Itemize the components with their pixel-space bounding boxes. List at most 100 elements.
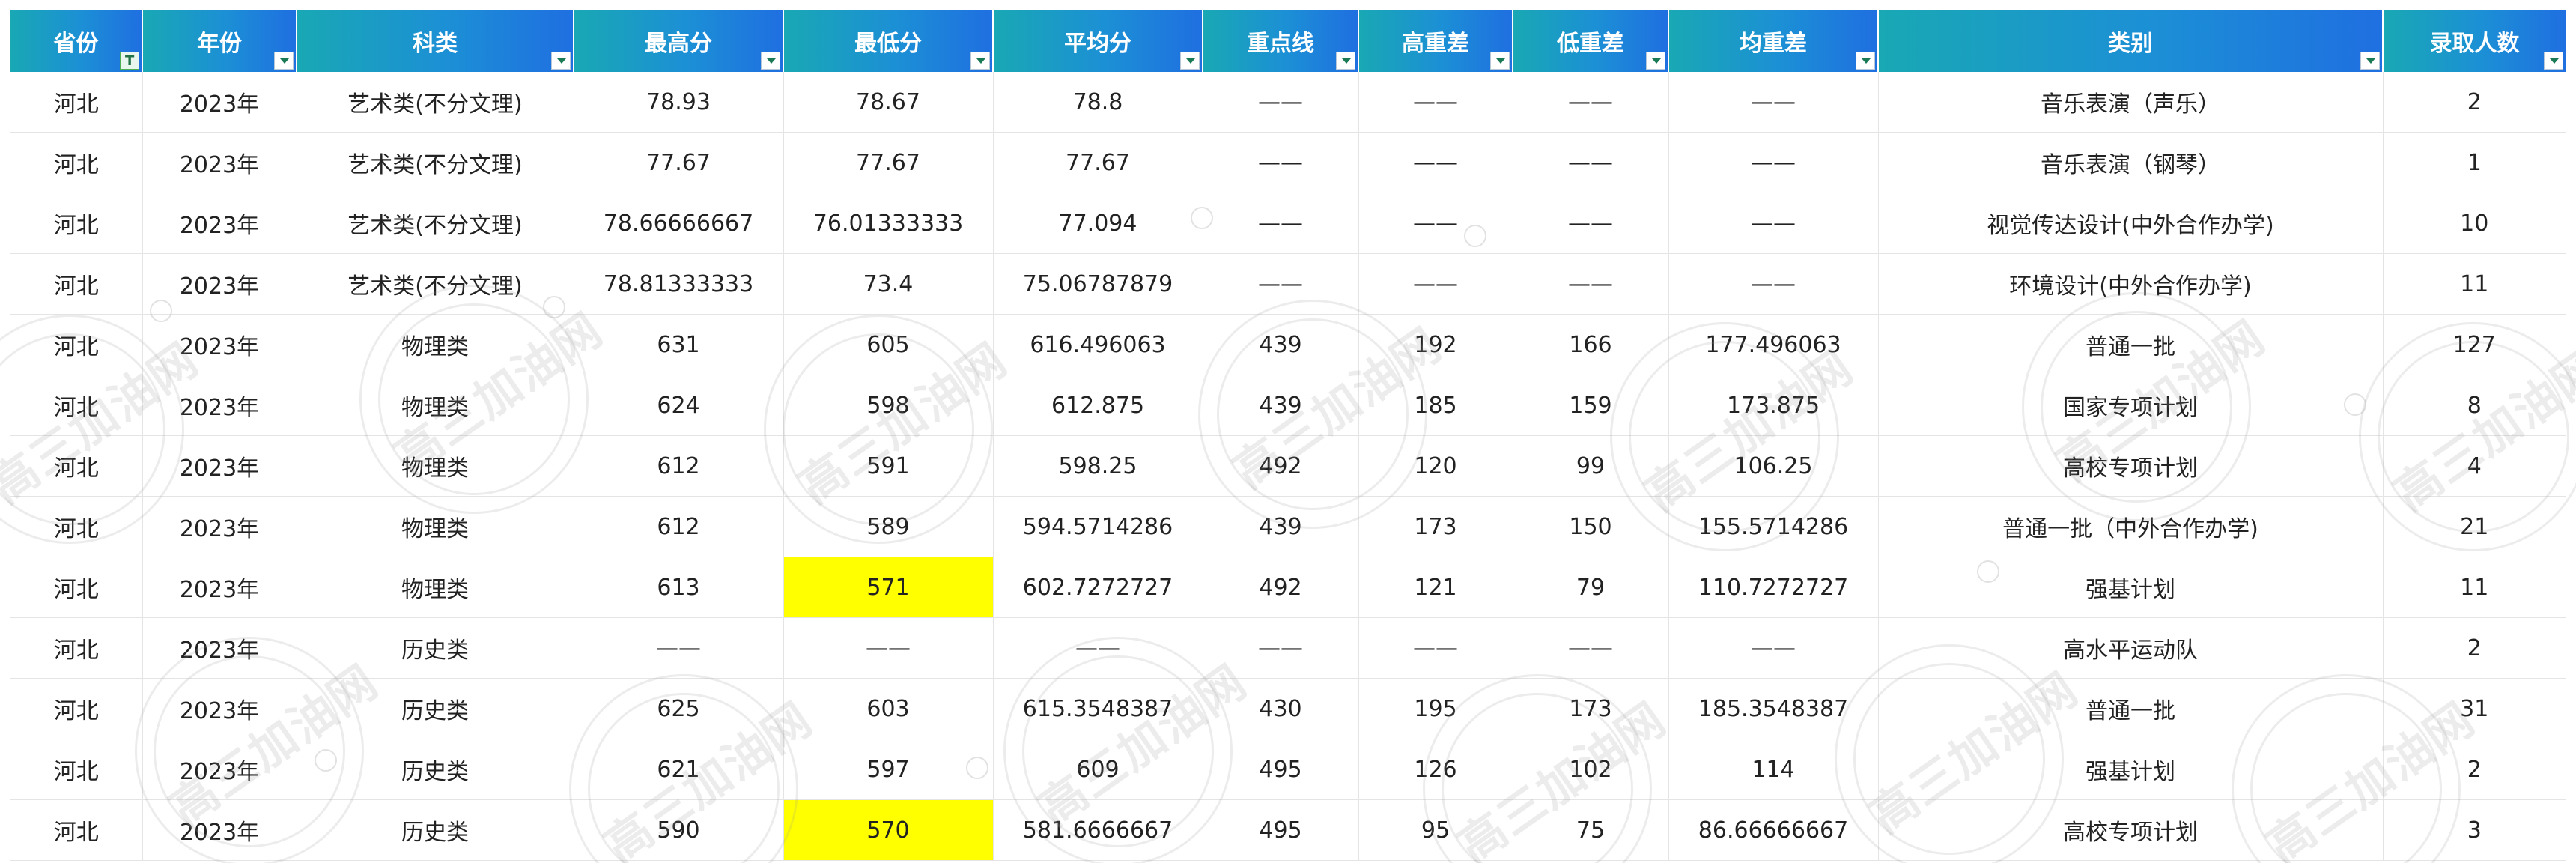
cell-province[interactable]: 河北 (10, 132, 143, 193)
cell-enrollment[interactable]: 2 (2383, 739, 2566, 800)
cell-avg-score[interactable]: —— (993, 617, 1203, 679)
cell-category[interactable]: 普通一批 (1878, 678, 2384, 739)
column-header-max-score[interactable]: 最高分 (574, 10, 784, 72)
cell-avg-diff[interactable]: 86.66666667 (1668, 799, 1879, 861)
cell-subject-type[interactable]: 历史类 (297, 678, 574, 739)
cell-province[interactable]: 河北 (10, 557, 143, 618)
column-header-max-diff[interactable]: 高重差 (1358, 10, 1513, 72)
cell-max-diff[interactable]: 126 (1358, 739, 1513, 800)
filter-dropdown-icon[interactable] (2360, 52, 2380, 70)
cell-category[interactable]: 音乐表演（声乐） (1878, 72, 2384, 133)
cell-category[interactable]: 普通一批（中外合作办学) (1878, 496, 2384, 557)
cell-max-diff[interactable]: —— (1358, 253, 1513, 315)
cell-category[interactable]: 高水平运动队 (1878, 617, 2384, 679)
filter-dropdown-icon[interactable] (761, 52, 780, 70)
cell-province[interactable]: 河北 (10, 193, 143, 254)
column-header-key-line[interactable]: 重点线 (1203, 10, 1359, 72)
cell-min-diff[interactable]: —— (1513, 193, 1669, 254)
cell-enrollment[interactable]: 2 (2383, 617, 2566, 679)
cell-avg-diff[interactable]: 185.3548387 (1668, 678, 1879, 739)
cell-min-diff[interactable]: —— (1513, 132, 1669, 193)
cell-avg-diff[interactable]: 177.496063 (1668, 314, 1879, 375)
cell-avg-diff[interactable]: 114 (1668, 739, 1879, 800)
filter-dropdown-icon[interactable] (551, 52, 571, 70)
cell-key-line[interactable]: —— (1203, 253, 1359, 315)
cell-year[interactable]: 2023年 (142, 557, 297, 618)
cell-category[interactable]: 音乐表演（钢琴） (1878, 132, 2384, 193)
cell-enrollment[interactable]: 2 (2383, 72, 2566, 133)
cell-avg-score[interactable]: 598.25 (993, 435, 1203, 497)
cell-enrollment[interactable]: 4 (2383, 435, 2566, 497)
cell-year[interactable]: 2023年 (142, 375, 297, 436)
cell-year[interactable]: 2023年 (142, 253, 297, 315)
cell-enrollment[interactable]: 3 (2383, 799, 2566, 861)
cell-year[interactable]: 2023年 (142, 739, 297, 800)
cell-min-score[interactable]: 589 (783, 496, 994, 557)
cell-province[interactable]: 河北 (10, 678, 143, 739)
cell-province[interactable]: 河北 (10, 72, 143, 133)
cell-max-diff[interactable]: 173 (1358, 496, 1513, 557)
cell-min-score[interactable]: 73.4 (783, 253, 994, 315)
cell-subject-type[interactable]: 艺术类(不分文理) (297, 132, 574, 193)
cell-category[interactable]: 强基计划 (1878, 557, 2384, 618)
cell-min-diff[interactable]: 102 (1513, 739, 1669, 800)
cell-category[interactable]: 强基计划 (1878, 739, 2384, 800)
cell-avg-diff[interactable]: 155.5714286 (1668, 496, 1879, 557)
cell-avg-score[interactable]: 609 (993, 739, 1203, 800)
cell-subject-type[interactable]: 物理类 (297, 496, 574, 557)
cell-province[interactable]: 河北 (10, 375, 143, 436)
cell-subject-type[interactable]: 物理类 (297, 375, 574, 436)
cell-category[interactable]: 高校专项计划 (1878, 799, 2384, 861)
cell-max-score[interactable]: 613 (574, 557, 784, 618)
cell-avg-diff[interactable]: —— (1668, 193, 1879, 254)
cell-category[interactable]: 视觉传达设计(中外合作办学) (1878, 193, 2384, 254)
cell-avg-score[interactable]: 581.6666667 (993, 799, 1203, 861)
cell-avg-diff[interactable]: 106.25 (1668, 435, 1879, 497)
cell-year[interactable]: 2023年 (142, 678, 297, 739)
column-header-year[interactable]: 年份 (142, 10, 297, 72)
cell-subject-type[interactable]: 历史类 (297, 799, 574, 861)
filter-dropdown-icon[interactable] (1180, 52, 1200, 70)
cell-province[interactable]: 河北 (10, 314, 143, 375)
cell-avg-score[interactable]: 78.8 (993, 72, 1203, 133)
cell-min-diff[interactable]: —— (1513, 617, 1669, 679)
cell-min-score[interactable]: 78.67 (783, 72, 994, 133)
cell-key-line[interactable]: 439 (1203, 314, 1359, 375)
column-header-avg-score[interactable]: 平均分 (993, 10, 1203, 72)
cell-min-diff[interactable]: —— (1513, 253, 1669, 315)
cell-min-score[interactable]: 591 (783, 435, 994, 497)
cell-subject-type[interactable]: 艺术类(不分文理) (297, 253, 574, 315)
cell-max-diff[interactable]: 95 (1358, 799, 1513, 861)
cell-category[interactable]: 普通一批 (1878, 314, 2384, 375)
cell-avg-diff[interactable]: —— (1668, 132, 1879, 193)
filter-dropdown-icon[interactable] (970, 52, 990, 70)
cell-enrollment[interactable]: 10 (2383, 193, 2566, 254)
cell-max-diff[interactable]: —— (1358, 617, 1513, 679)
cell-key-line[interactable]: 439 (1203, 496, 1359, 557)
filter-dropdown-icon[interactable] (1490, 52, 1510, 70)
cell-avg-diff[interactable]: 110.7272727 (1668, 557, 1879, 618)
cell-max-diff[interactable]: 192 (1358, 314, 1513, 375)
cell-year[interactable]: 2023年 (142, 435, 297, 497)
column-header-enrollment[interactable]: 录取人数 (2383, 10, 2566, 72)
cell-max-score[interactable]: 78.93 (574, 72, 784, 133)
cell-enrollment[interactable]: 31 (2383, 678, 2566, 739)
cell-avg-score[interactable]: 77.67 (993, 132, 1203, 193)
cell-max-score[interactable]: 624 (574, 375, 784, 436)
cell-min-diff[interactable]: 99 (1513, 435, 1669, 497)
cell-avg-diff[interactable]: —— (1668, 72, 1879, 133)
cell-max-score[interactable]: 77.67 (574, 132, 784, 193)
cell-year[interactable]: 2023年 (142, 617, 297, 679)
cell-min-diff[interactable]: 79 (1513, 557, 1669, 618)
cell-enrollment[interactable]: 127 (2383, 314, 2566, 375)
cell-avg-score[interactable]: 612.875 (993, 375, 1203, 436)
cell-min-diff[interactable]: 150 (1513, 496, 1669, 557)
cell-key-line[interactable]: —— (1203, 72, 1359, 133)
cell-enrollment[interactable]: 11 (2383, 557, 2566, 618)
column-header-category[interactable]: 类别 (1878, 10, 2384, 72)
cell-year[interactable]: 2023年 (142, 314, 297, 375)
cell-avg-diff[interactable]: —— (1668, 253, 1879, 315)
cell-subject-type[interactable]: 历史类 (297, 617, 574, 679)
cell-year[interactable]: 2023年 (142, 72, 297, 133)
cell-avg-score[interactable]: 75.06787879 (993, 253, 1203, 315)
